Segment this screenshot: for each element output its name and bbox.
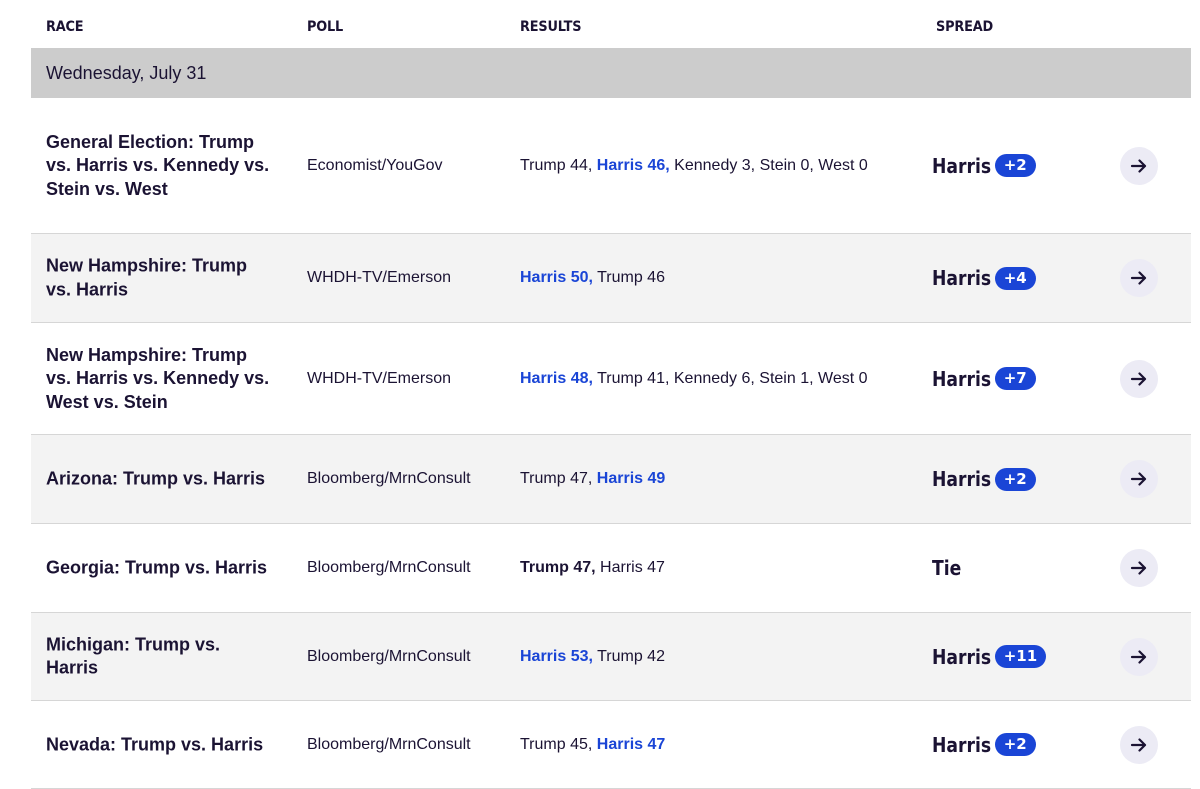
spread: Harris +2: [932, 733, 1036, 757]
result-entry: Harris 49: [596, 470, 666, 487]
result-entry: Stein 1,: [759, 369, 814, 387]
result-entry: Trump 47,: [520, 470, 593, 487]
spread-leader: Harris: [932, 266, 992, 290]
poll-results: Trump 44, Harris 46, Kennedy 3, Stein 0,…: [520, 156, 900, 176]
spread: Tie: [932, 556, 966, 580]
spread: Harris +4: [932, 266, 1036, 290]
poll-results: Trump 47, Harris 49: [520, 469, 900, 489]
poll-source[interactable]: WHDH-TV/Emerson: [307, 269, 507, 287]
arrow-right-icon: [1130, 470, 1148, 488]
table-row[interactable]: New Hampshire: Trump vs. Harris WHDH-TV/…: [31, 234, 1191, 323]
spread-leader: Harris: [932, 366, 992, 391]
result-entry: Trump 42: [597, 647, 665, 665]
result-entry: Harris 53,: [520, 647, 593, 665]
table-row[interactable]: New Hampshire: Trump vs. Harris vs. Kenn…: [31, 323, 1191, 435]
table-row[interactable]: Arizona: Trump vs. Harris Bloomberg/MrnC…: [31, 435, 1191, 524]
poll-results: Trump 47, Harris 47: [520, 558, 900, 578]
result-entry: Kennedy 3,: [674, 156, 756, 174]
column-header-poll: POLL: [307, 19, 344, 35]
arrow-right-icon: [1130, 648, 1148, 666]
result-entry: Kennedy 6,: [673, 369, 755, 387]
race-name[interactable]: New Hampshire: Trump vs. Harris vs. Kenn…: [46, 343, 276, 414]
spread-leader: Harris: [932, 153, 992, 178]
result-entry: Harris 46,: [596, 156, 670, 174]
result-entry: Trump 44,: [520, 156, 593, 174]
view-poll-button[interactable]: [1120, 725, 1158, 764]
poll-source[interactable]: WHDH-TV/Emerson: [307, 370, 507, 388]
column-header-results: RESULTS: [520, 19, 582, 35]
race-name[interactable]: Michigan: Trump vs. Harris: [46, 633, 276, 680]
table-row[interactable]: General Election: Trump vs. Harris vs. K…: [31, 98, 1191, 234]
view-poll-button[interactable]: [1120, 549, 1158, 587]
spread: Harris +11: [932, 644, 1047, 669]
poll-results: Harris 50, Trump 46: [520, 268, 900, 288]
arrow-right-icon: [1130, 269, 1148, 287]
column-header-race: RACE: [46, 19, 84, 35]
arrow-right-icon: [1130, 370, 1148, 388]
spread-leader: Harris: [932, 732, 992, 757]
result-entry: Trump 46: [597, 269, 665, 286]
arrow-right-icon: [1130, 736, 1148, 754]
poll-source[interactable]: Bloomberg/MrnConsult: [307, 559, 507, 577]
result-entry: Harris 47: [596, 735, 666, 753]
spread: Harris +7: [932, 367, 1036, 391]
result-entry: Stein 0,: [759, 156, 814, 174]
poll-results: Trump 45, Harris 47: [520, 735, 900, 755]
table-row[interactable]: Michigan: Trump vs. Harris Bloomberg/Mrn…: [31, 613, 1191, 701]
result-entry: Harris 47: [600, 559, 665, 576]
column-header-spread: SPREAD: [936, 19, 993, 35]
spread-badge: +7: [994, 367, 1036, 390]
result-entry: Harris 50,: [520, 269, 593, 286]
result-entry: West 0: [818, 369, 868, 387]
poll-source[interactable]: Bloomberg/MrnConsult: [307, 648, 507, 666]
spread-leader: Harris: [932, 467, 992, 491]
spread-badge: +4: [994, 266, 1036, 290]
poll-source[interactable]: Bloomberg/MrnConsult: [307, 470, 507, 488]
view-poll-button[interactable]: [1120, 637, 1158, 676]
arrow-right-icon: [1130, 559, 1148, 577]
race-name[interactable]: General Election: Trump vs. Harris vs. K…: [46, 130, 276, 201]
view-poll-button[interactable]: [1120, 259, 1158, 297]
spread: Harris +2: [932, 467, 1036, 491]
spread: Harris +2: [932, 154, 1036, 178]
table-header: RACE POLL RESULTS SPREAD: [31, 0, 1191, 48]
race-name[interactable]: Nevada: Trump vs. Harris: [46, 733, 276, 757]
spread-badge: +11: [994, 645, 1047, 668]
view-poll-button[interactable]: [1120, 460, 1158, 498]
date-label: Wednesday, July 31: [46, 63, 207, 83]
race-name[interactable]: Arizona: Trump vs. Harris: [46, 467, 276, 491]
view-poll-button[interactable]: [1120, 146, 1158, 185]
result-entry: Trump 45,: [520, 735, 593, 753]
table-row[interactable]: Georgia: Trump vs. Harris Bloomberg/MrnC…: [31, 524, 1191, 613]
result-entry: Harris 48,: [520, 369, 593, 387]
spread-badge: +2: [994, 154, 1036, 177]
spread-badge: +2: [994, 467, 1036, 491]
result-entry: Trump 47,: [520, 559, 596, 576]
poll-source[interactable]: Bloomberg/MrnConsult: [307, 736, 507, 754]
spread-badge: +2: [994, 733, 1036, 756]
result-entry: Trump 41,: [597, 369, 670, 387]
table-row[interactable]: Nevada: Trump vs. Harris Bloomberg/MrnCo…: [31, 701, 1191, 789]
race-name[interactable]: Georgia: Trump vs. Harris: [46, 556, 276, 580]
poll-source[interactable]: Economist/YouGov: [307, 157, 507, 175]
result-entry: West 0: [818, 156, 868, 174]
race-name[interactable]: New Hampshire: Trump vs. Harris: [46, 255, 276, 302]
arrow-right-icon: [1130, 157, 1148, 175]
spread-leader: Harris: [932, 644, 992, 669]
spread-leader: Tie: [932, 556, 962, 580]
view-poll-button[interactable]: [1120, 359, 1158, 398]
date-group-header: Wednesday, July 31: [31, 48, 1191, 98]
poll-results: Harris 48, Trump 41, Kennedy 6, Stein 1,…: [520, 369, 900, 389]
poll-results: Harris 53, Trump 42: [520, 647, 900, 667]
